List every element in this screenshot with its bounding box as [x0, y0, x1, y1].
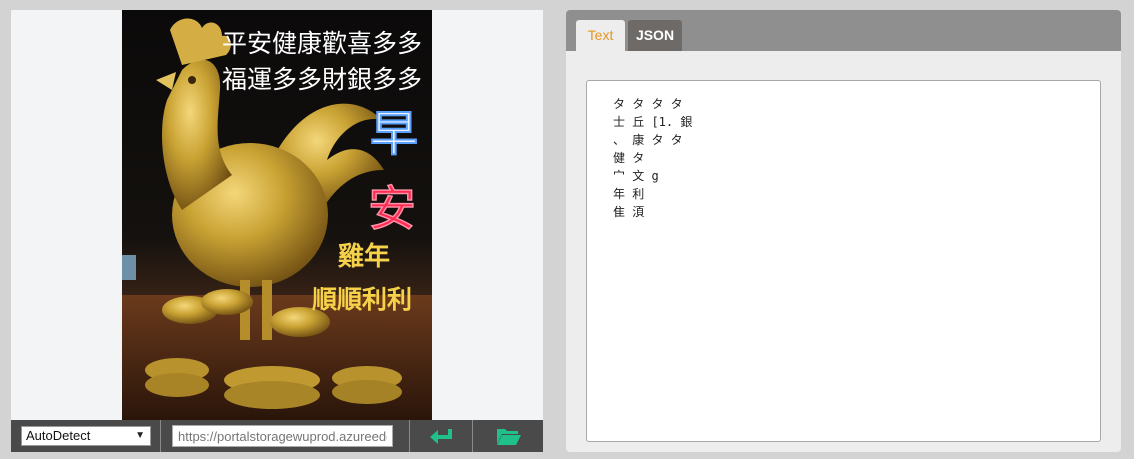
enter-icon — [430, 429, 452, 444]
uploaded-image: 平安健康歡喜多多 福運多多財銀多多 早 安 雞年 順順利利 — [122, 10, 432, 420]
toolbar-divider — [472, 420, 473, 452]
toolbar-divider — [160, 420, 161, 452]
image-url-input[interactable] — [172, 425, 393, 447]
gold-coins — [332, 380, 402, 404]
input-toolbar: AutoDetect ▼ — [11, 420, 543, 452]
headline-line1: 平安健康歡喜多多 — [222, 29, 422, 58]
toolbar-divider — [409, 420, 410, 452]
image-panel: 平安健康歡喜多多 福運多多財銀多多 早 安 雞年 順順利利 AutoDetect… — [11, 10, 543, 452]
language-select-value: AutoDetect — [26, 428, 91, 443]
tab-json[interactable]: JSON — [628, 20, 682, 51]
greeting-char-1: 早 — [370, 106, 418, 162]
gold-coins — [224, 381, 320, 409]
language-select[interactable]: AutoDetect ▼ — [21, 426, 151, 446]
open-file-button[interactable] — [474, 420, 543, 452]
greeting-char-2: 安 — [368, 181, 416, 237]
result-panel: Text JSON タ タ タ タ 士 丘 [1. 銀 、 康 タ タ 健 タ … — [566, 10, 1121, 452]
wish-text: 順順利利 — [312, 285, 412, 314]
gold-coins — [145, 373, 209, 397]
rooster-beak — [156, 72, 176, 90]
tab-text[interactable]: Text — [576, 20, 625, 51]
rooster-leg — [262, 280, 272, 340]
tab-bar: Text JSON — [566, 10, 1121, 51]
background-object — [122, 255, 136, 280]
headline-line2: 福運多多財銀多多 — [222, 65, 422, 94]
rooster-image: 平安健康歡喜多多 福運多多財銀多多 早 安 雞年 順順利利 — [122, 18, 432, 420]
year-text: 雞年 — [337, 241, 390, 272]
dropdown-arrow-icon: ▼ — [135, 430, 145, 441]
submit-url-button[interactable] — [411, 420, 471, 452]
gold-ingot — [201, 289, 253, 315]
folder-open-icon — [496, 429, 521, 445]
rooster-eye — [188, 76, 196, 84]
ocr-result-text[interactable]: タ タ タ タ 士 丘 [1. 銀 、 康 タ タ 健 タ 宀 文 g 年 利 … — [586, 80, 1101, 442]
